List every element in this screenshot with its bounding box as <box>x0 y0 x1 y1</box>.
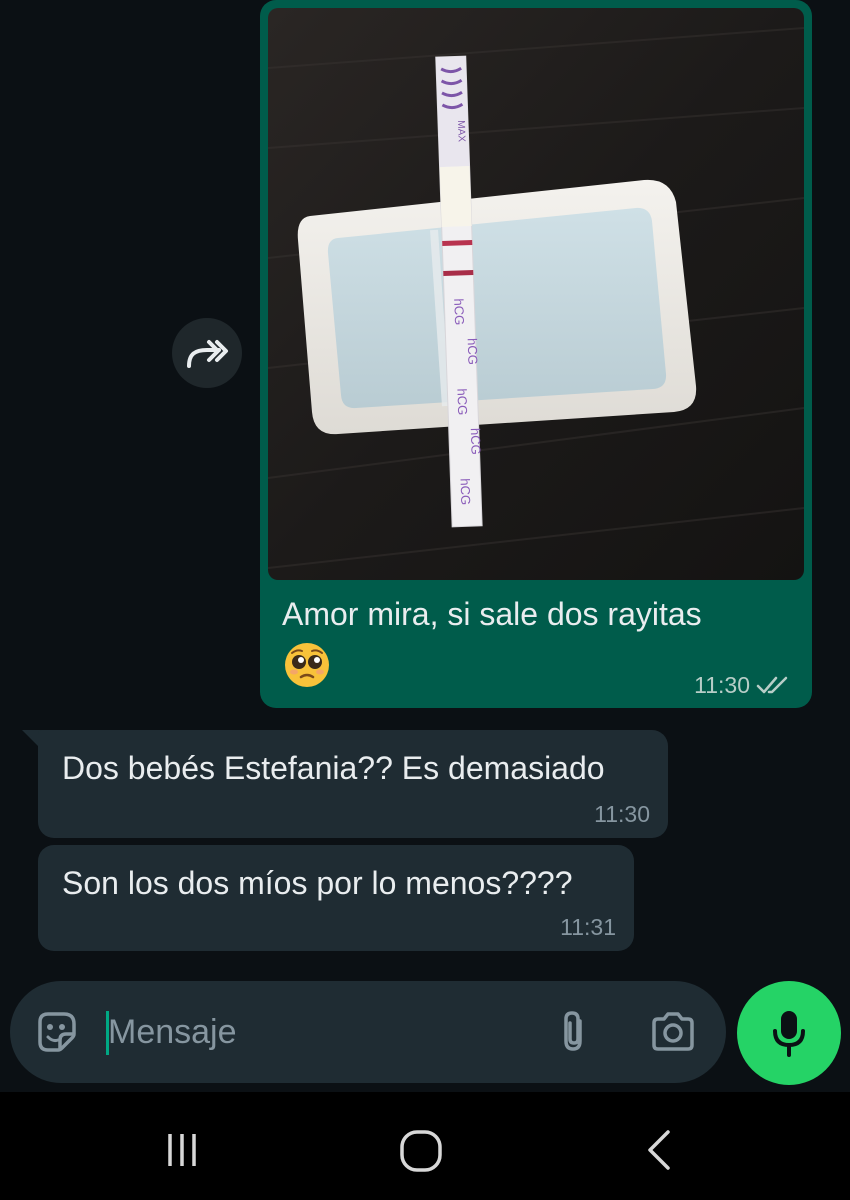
double-check-icon <box>756 676 788 694</box>
incoming-message[interactable]: Son los dos míos por lo menos???? 11:31 <box>38 845 634 951</box>
message-text: Son los dos míos por lo menos???? <box>62 865 573 901</box>
camera-icon[interactable] <box>648 1007 698 1057</box>
voice-message-button[interactable] <box>737 981 841 1085</box>
svg-text:hCG: hCG <box>468 428 484 455</box>
back-icon[interactable] <box>642 1128 676 1172</box>
chat-area: MAX hCG hCG hCG hCG hCG Amor mira, si sa… <box>0 0 850 1092</box>
message-time: 11:30 <box>694 671 750 698</box>
message-text: Dos bebés Estefania?? Es demasiado <box>62 750 605 786</box>
recent-apps-icon[interactable] <box>160 1132 204 1168</box>
sticker-icon[interactable] <box>32 1008 80 1056</box>
message-time: 11:30 <box>594 801 650 827</box>
message-photo[interactable]: MAX hCG hCG hCG hCG hCG <box>268 8 804 580</box>
system-navigation-bar <box>0 1092 850 1200</box>
pregnancy-test-photo: MAX hCG hCG hCG hCG hCG <box>268 8 804 580</box>
message-input[interactable] <box>108 1003 528 1061</box>
message-time: 11:31 <box>560 914 616 940</box>
forward-button[interactable] <box>172 318 242 388</box>
incoming-message[interactable]: Dos bebés Estefania?? Es demasiado 11:30 <box>38 730 668 838</box>
svg-text:hCG: hCG <box>454 388 470 415</box>
microphone-icon <box>773 1011 805 1057</box>
home-icon[interactable] <box>398 1128 444 1174</box>
svg-text:MAX: MAX <box>455 120 467 142</box>
paperclip-icon[interactable] <box>550 1007 598 1057</box>
forward-icon <box>187 340 228 368</box>
message-composer <box>10 981 726 1083</box>
svg-text:hCG: hCG <box>457 478 473 505</box>
svg-text:hCG: hCG <box>465 338 481 365</box>
pleading-face-emoji <box>285 643 329 687</box>
message-meta: 11:30 <box>694 672 792 698</box>
svg-text:hCG: hCG <box>451 298 467 325</box>
outgoing-image-message[interactable]: MAX hCG hCG hCG hCG hCG Amor mira, si sa… <box>260 0 812 708</box>
message-caption: Amor mira, si sale dos rayitas <box>282 596 702 632</box>
